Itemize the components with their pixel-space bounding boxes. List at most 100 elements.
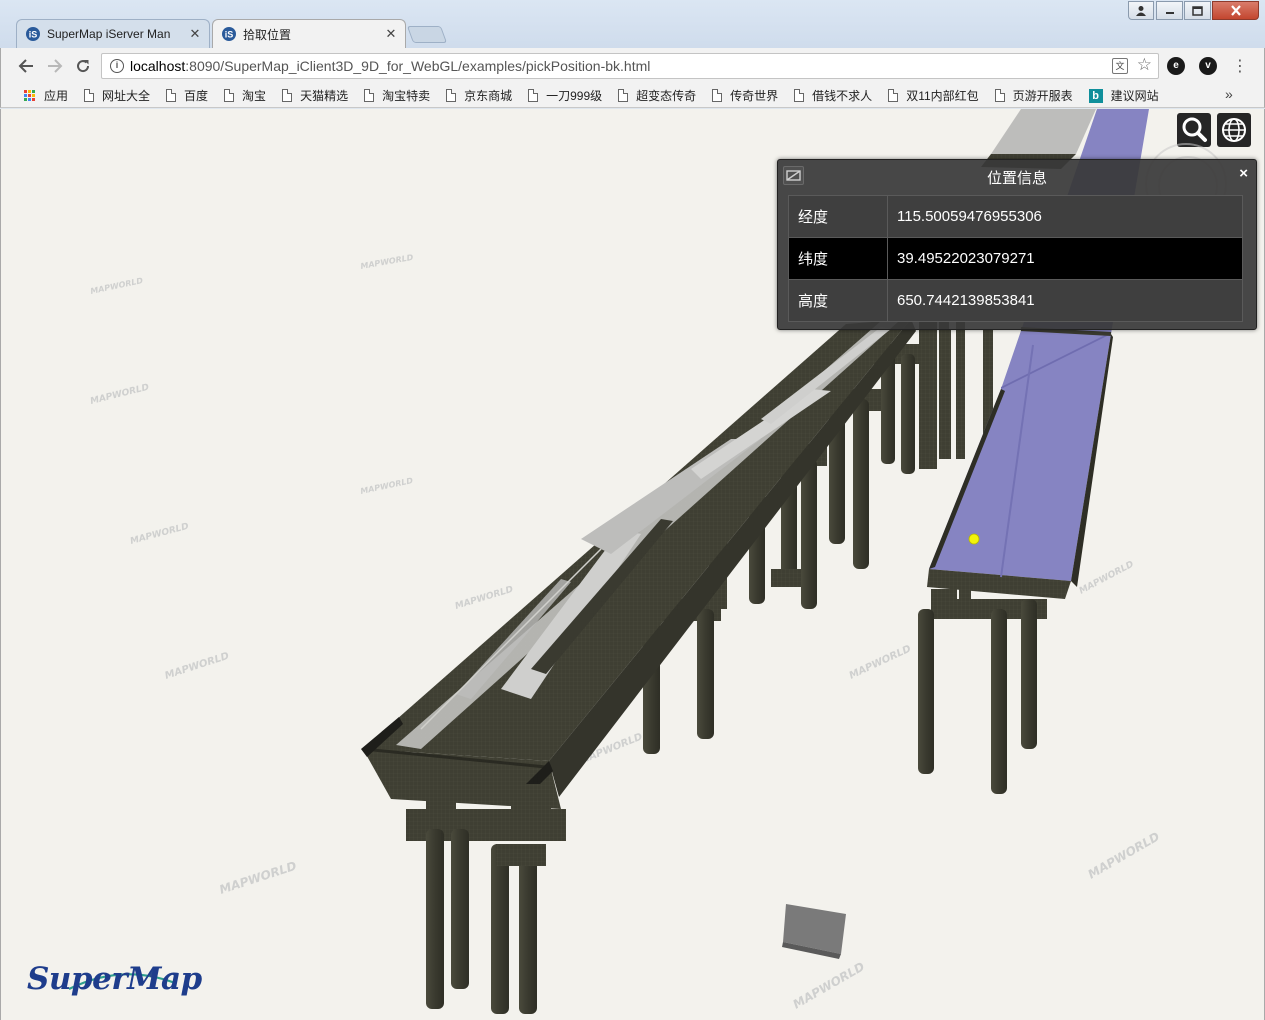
address-bar[interactable]: i localhost:8090/SuperMap_iClient3D_9D_f… xyxy=(101,53,1159,79)
bookmark-label: 百度 xyxy=(184,89,209,103)
far-deck xyxy=(991,109,1096,154)
bookmark-item[interactable]: 借钱不求人 xyxy=(789,85,877,107)
new-tab-button[interactable] xyxy=(406,26,448,43)
tab-title: 拾取位置 xyxy=(243,27,292,42)
close-window-button[interactable] xyxy=(1212,1,1259,20)
page-icon xyxy=(282,89,293,102)
watermark-text: MAPWORLD xyxy=(848,643,913,681)
forward-button[interactable] xyxy=(43,54,67,78)
globe-icon xyxy=(1222,118,1246,142)
bookmark-item[interactable]: 超变态传奇 xyxy=(613,85,701,107)
url-path: :8090/SuperMap_iClient3D_9D_for_WebGL/ex… xyxy=(185,58,651,74)
bookmarks-bar: 应用 网址大全 百度 淘宝 天猫精选 淘宝特卖 京东商城 一刀999级 超变态传… xyxy=(0,84,1265,108)
tab-close-icon[interactable]: ✕ xyxy=(189,26,201,42)
supermap-favicon-icon: iS xyxy=(26,27,40,41)
bookmark-suggested-sites[interactable]: b 建议网站 xyxy=(1084,85,1164,107)
bookmark-label: 应用 xyxy=(44,89,69,103)
page-icon xyxy=(166,89,177,102)
bookmark-item[interactable]: 双11内部红包 xyxy=(883,85,983,107)
supermap-logo: SuperMap xyxy=(27,961,202,997)
longitude-label: 经度 xyxy=(788,195,888,238)
bookmark-item[interactable]: 一刀999级 xyxy=(523,85,607,107)
browser-titlebar: iS SuperMap iServer Man ✕ iS 拾取位置 ✕ xyxy=(0,0,1265,48)
longitude-value: 115.50059476955306 xyxy=(887,195,1243,238)
panel-title: 位置信息 xyxy=(986,170,1047,187)
page-icon xyxy=(618,89,629,102)
bookmark-label: 京东商城 xyxy=(464,89,513,103)
bookmark-item[interactable]: 网址大全 xyxy=(79,85,155,107)
watermark-text: MAPWORLD xyxy=(129,522,190,547)
tab-close-icon[interactable]: ✕ xyxy=(385,26,397,42)
bookmark-label: 传奇世界 xyxy=(730,89,779,103)
bookmark-label: 天猫精选 xyxy=(300,89,349,103)
latitude-row: 纬度 39.49522023079271 xyxy=(788,237,1243,280)
bookmarks-more-button[interactable]: » xyxy=(1225,86,1233,102)
extension-c-icon[interactable]: e xyxy=(1167,57,1185,75)
watermark-text: MAPWORLD xyxy=(164,651,231,682)
bookmark-label: 一刀999级 xyxy=(546,89,603,103)
bookmark-label: 网址大全 xyxy=(102,89,151,103)
back-button[interactable] xyxy=(14,54,38,78)
menu-icon[interactable]: ⋮ xyxy=(1231,56,1249,76)
bookmark-item[interactable]: 百度 xyxy=(161,85,213,107)
bookmark-apps[interactable]: 应用 xyxy=(19,85,73,107)
bing-icon: b xyxy=(1088,88,1103,103)
bookmark-item[interactable]: 传奇世界 xyxy=(707,85,783,107)
minimize-button[interactable] xyxy=(1156,1,1183,20)
tab-title: SuperMap iServer Man xyxy=(47,27,171,41)
watermark-text: MAPWORLD xyxy=(1086,829,1163,881)
bookmark-item[interactable]: 淘宝 xyxy=(219,85,271,107)
reload-button[interactable] xyxy=(71,54,95,78)
bookmark-label: 淘宝特卖 xyxy=(382,89,431,103)
watermark-text: MAPWORLD xyxy=(454,585,515,612)
watermark-text: MAPWORLD xyxy=(360,476,415,496)
info-icon[interactable]: i xyxy=(110,59,124,73)
profile-icon[interactable] xyxy=(1128,1,1154,20)
page-icon xyxy=(528,89,539,102)
watermark-text: MAPWORLD xyxy=(90,276,145,296)
bookmark-label: 建议网站 xyxy=(1110,89,1159,103)
browser-toolbar: i localhost:8090/SuperMap_iClient3D_9D_f… xyxy=(0,48,1265,84)
page-icon xyxy=(888,89,899,102)
translate-icon[interactable]: 文 xyxy=(1112,58,1128,74)
latitude-label: 纬度 xyxy=(788,237,888,280)
longitude-row: 经度 115.50059476955306 xyxy=(788,195,1243,238)
height-value: 650.7442139853841 xyxy=(887,279,1243,322)
search-icon xyxy=(1182,117,1207,142)
bookmark-item[interactable]: 京东商城 xyxy=(441,85,517,107)
bookmark-star-icon[interactable]: ☆ xyxy=(1137,55,1152,75)
extension-v-icon[interactable]: v xyxy=(1199,57,1217,75)
svg-text:iS: iS xyxy=(29,30,38,40)
globe-button[interactable] xyxy=(1217,113,1251,147)
watermark-text: MAPWORLD xyxy=(1078,559,1136,596)
page-icon xyxy=(446,89,457,102)
tab-pick-position[interactable]: iS 拾取位置 ✕ xyxy=(212,19,406,48)
page-icon xyxy=(712,89,723,102)
map-viewport[interactable]: MAPWORLD MAPWORLD MAPWORLD MAPWORLD MAPW… xyxy=(0,109,1265,1020)
height-row: 高度 650.7442139853841 xyxy=(788,279,1243,322)
panel-header: 位置信息 × xyxy=(778,160,1256,193)
bookmark-item[interactable]: 淘宝特卖 xyxy=(359,85,435,107)
bookmark-item[interactable]: 天猫精选 xyxy=(277,85,353,107)
page-icon xyxy=(224,89,235,102)
maximize-button[interactable] xyxy=(1184,1,1211,20)
picked-point-marker xyxy=(968,533,980,545)
height-label: 高度 xyxy=(788,279,888,322)
page-icon xyxy=(994,89,1005,102)
panel-close-button[interactable]: × xyxy=(1239,165,1248,182)
supermap-favicon-icon: iS xyxy=(222,27,236,41)
search-button[interactable] xyxy=(1177,113,1211,147)
tab-supermap-iserver[interactable]: iS SuperMap iServer Man ✕ xyxy=(16,19,210,48)
apps-icon xyxy=(24,90,35,101)
bookmark-label: 淘宝 xyxy=(242,89,267,103)
bookmark-label: 借钱不求人 xyxy=(812,89,873,103)
bookmark-item[interactable]: 页游开服表 xyxy=(990,85,1078,107)
watermark-text: MAPWORLD xyxy=(89,383,150,407)
svg-text:iS: iS xyxy=(225,30,234,40)
watermark-text: MAPWORLD xyxy=(218,859,299,897)
url-host: localhost xyxy=(130,58,186,74)
page-icon xyxy=(794,89,805,102)
page-icon xyxy=(364,89,375,102)
page-icon xyxy=(84,89,95,102)
bookmark-label: 页游开服表 xyxy=(1012,89,1073,103)
